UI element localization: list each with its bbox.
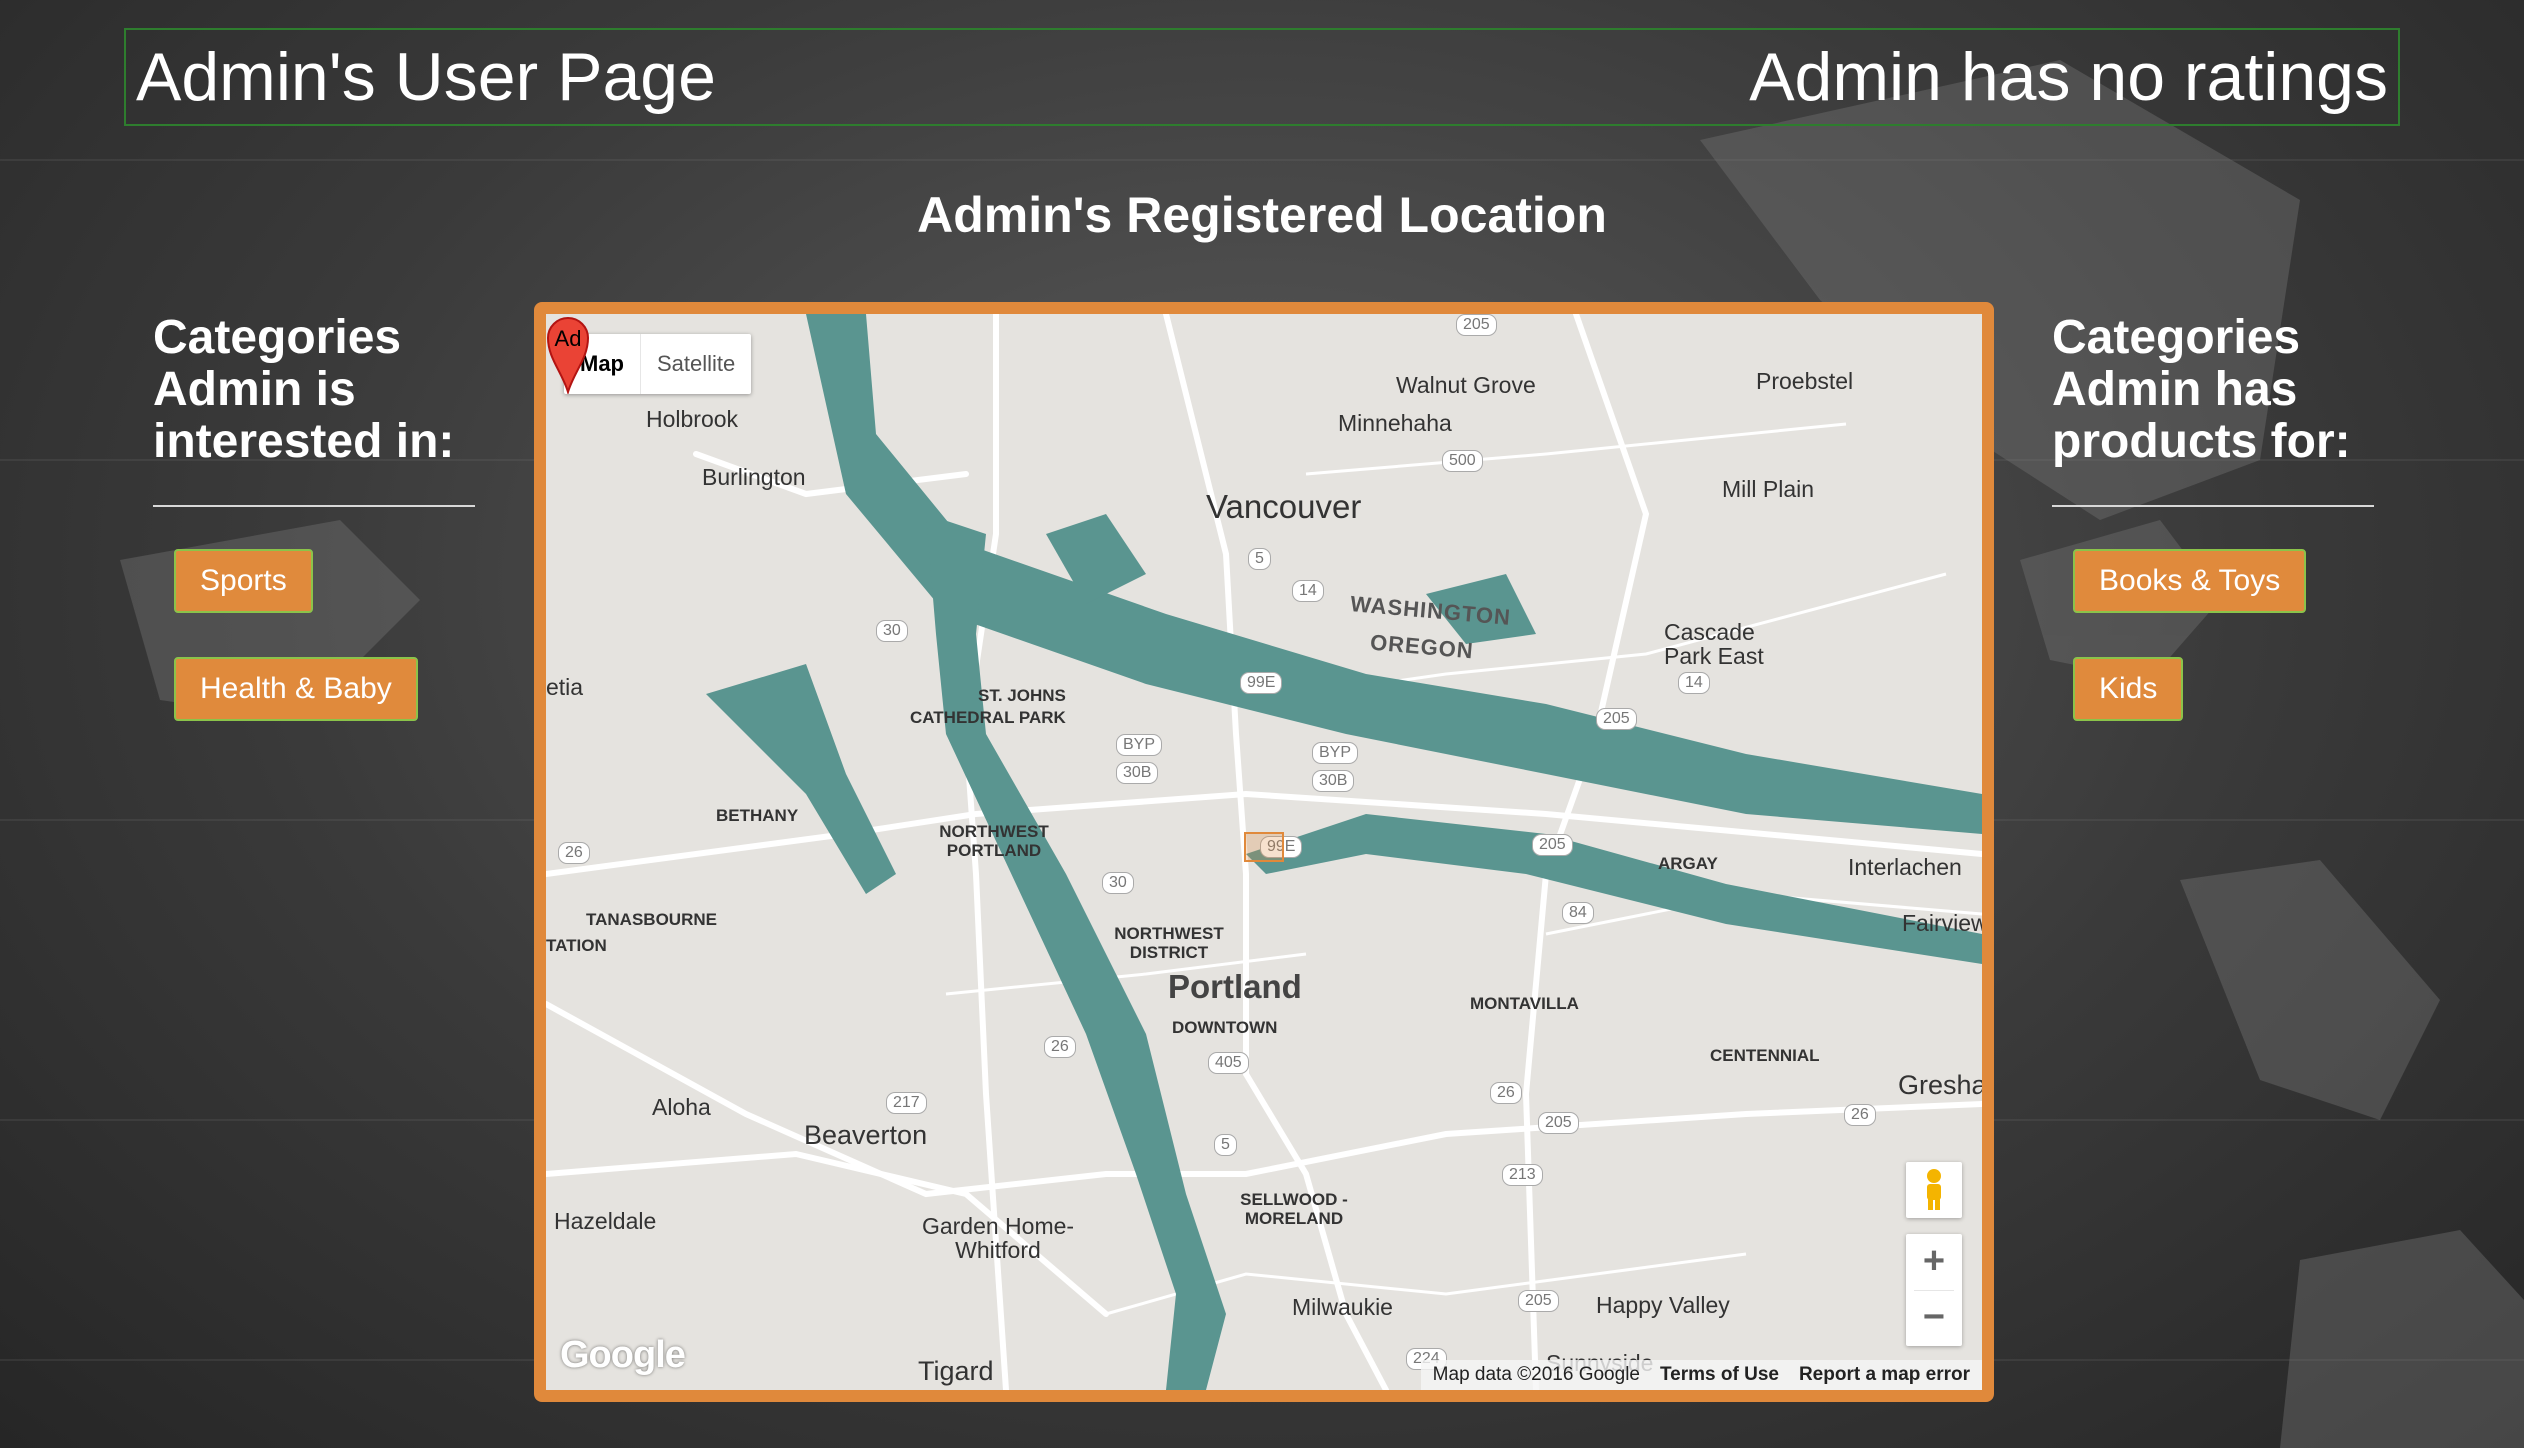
street-view-pegman-icon[interactable] — [1906, 1162, 1962, 1218]
map-label: Happy Valley — [1596, 1292, 1730, 1318]
location-marker-icon[interactable]: Ad — [546, 314, 590, 394]
highway-shield: 26 — [1844, 1104, 1876, 1126]
highway-shield: 30 — [1102, 872, 1134, 894]
map-label: ARGAY — [1658, 854, 1718, 873]
category-button-books-toys[interactable]: Books & Toys — [2073, 549, 2307, 613]
map-label: TANASBOURNE — [586, 910, 717, 929]
marker-label: Ad — [555, 326, 582, 351]
ratings-status: Admin has no ratings — [1749, 39, 2388, 115]
highway-shield: 26 — [1044, 1036, 1076, 1058]
map-data-credit: Map data ©2016 Google — [1432, 1364, 1640, 1385]
map-label: Milwaukie — [1292, 1294, 1393, 1320]
highway-shield: 14 — [1292, 580, 1324, 602]
products-heading: Categories Admin has products for: — [2052, 311, 2351, 468]
map-label: CATHEDRAL PARK — [910, 708, 1066, 727]
highway-shield: 26 — [1490, 1082, 1522, 1104]
highway-shield: 30B — [1116, 762, 1159, 784]
page-header: Admin's User Page Admin has no ratings — [124, 28, 2400, 126]
interests-divider — [153, 505, 475, 507]
map-label: Beaverton — [804, 1120, 928, 1150]
map-label: MONTAVILLA — [1470, 994, 1579, 1013]
highway-shield: 99E — [1240, 672, 1283, 694]
highway-shield: 205 — [1532, 834, 1573, 856]
map-label: Proebstel — [1756, 368, 1854, 394]
map-label: Cascade Park East — [1664, 619, 1764, 669]
map-label: NORTHWEST PORTLAND — [939, 822, 1049, 860]
highway-shield: 205 — [1596, 708, 1637, 730]
google-logo[interactable]: Google — [560, 1334, 686, 1377]
highway-shield: BYP — [1312, 742, 1359, 764]
terms-of-use-link[interactable]: Terms of Use — [1660, 1360, 1779, 1390]
map-label: CENTENNIAL — [1710, 1046, 1820, 1065]
map-label: DOWNTOWN — [1172, 1018, 1278, 1037]
map-label: Fairview — [1902, 910, 1982, 936]
zoom-control: + − — [1906, 1234, 1962, 1346]
map-label: Burlington — [702, 464, 806, 490]
interests-heading: Categories Admin is interested in: — [153, 311, 455, 468]
highway-shield: 84 — [1562, 902, 1594, 924]
map-label: Interlachen — [1848, 854, 1962, 880]
map-label: ST. JOHNS — [978, 686, 1066, 705]
map-canvas[interactable]: Map Satellite Holbrook Burlington Walnut… — [546, 314, 1982, 1390]
map-label: BETHANY — [716, 806, 799, 825]
map-type-satellite[interactable]: Satellite — [640, 334, 751, 394]
zoom-divider — [1914, 1290, 1954, 1291]
category-button-health-baby[interactable]: Health & Baby — [174, 657, 418, 721]
highway-shield: 405 — [1208, 1052, 1249, 1074]
highway-shield: 500 — [1442, 450, 1483, 472]
highway-shield: 213 — [1502, 1164, 1543, 1186]
location-map-frame: Map Satellite Holbrook Burlington Walnut… — [534, 302, 1994, 1402]
page-title: Admin's User Page — [136, 39, 716, 115]
map-label: Holbrook — [646, 406, 739, 432]
highway-shield: 205 — [1456, 314, 1497, 336]
highway-shield: BYP — [1116, 734, 1163, 756]
highway-shield: 205 — [1538, 1112, 1579, 1134]
highway-shield: 26 — [558, 842, 590, 864]
category-button-sports[interactable]: Sports — [174, 549, 313, 613]
map-label: Minnehaha — [1338, 410, 1452, 436]
highway-shield: 30B — [1312, 770, 1355, 792]
map-type-control: Map Satellite — [564, 334, 752, 394]
location-title: Admin's Registered Location — [917, 187, 1607, 243]
category-button-kids[interactable]: Kids — [2073, 657, 2184, 721]
zoom-in-button[interactable]: + — [1906, 1234, 1962, 1290]
map-label: Garden Home-Whitford — [921, 1213, 1075, 1263]
map-label: Vancouver — [1206, 488, 1362, 525]
highway-shield: 30 — [876, 620, 908, 642]
map-label: Portland — [1168, 968, 1302, 1005]
map-label: NORTHWEST DISTRICT — [1114, 924, 1224, 962]
map-attribution: Map data ©2016 Google Terms of Use Repor… — [1420, 1360, 1982, 1390]
map-label: Tigard — [918, 1356, 994, 1386]
map-label: Walnut Grove — [1396, 372, 1536, 398]
highway-shield: 14 — [1678, 672, 1710, 694]
highway-shield: 217 — [886, 1092, 927, 1114]
map-label: etia — [546, 674, 584, 700]
map-label: Mill Plain — [1722, 476, 1815, 502]
products-divider — [2052, 505, 2374, 507]
map-label: TATION — [546, 936, 607, 955]
report-map-error-link[interactable]: Report a map error — [1799, 1360, 1970, 1390]
highway-shield: 205 — [1518, 1290, 1559, 1312]
map-label: SELLWOOD - MORELAND — [1240, 1190, 1348, 1228]
location-area-highlight — [1244, 832, 1284, 862]
zoom-out-button[interactable]: − — [1906, 1290, 1962, 1346]
highway-shield: 5 — [1214, 1134, 1237, 1156]
highway-shield: 5 — [1248, 548, 1271, 570]
map-label: Gresha — [1898, 1070, 1982, 1100]
map-label: Aloha — [652, 1094, 711, 1120]
map-label: Hazeldale — [554, 1208, 657, 1234]
